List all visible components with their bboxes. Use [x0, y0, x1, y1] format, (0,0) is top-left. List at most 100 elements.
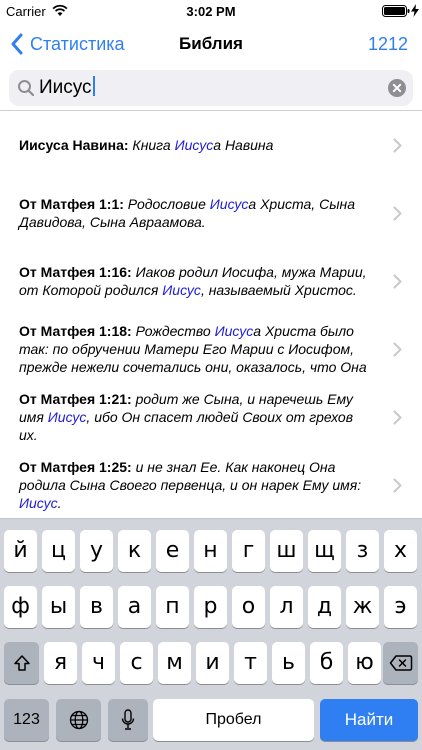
search-submit-button[interactable]: Найти — [320, 699, 418, 741]
key-м[interactable]: м — [158, 642, 191, 684]
numbers-button-label: 123 — [13, 711, 40, 728]
chevron-right-icon — [393, 478, 402, 493]
verse-snippet: так: по обручении Матери Его Марии с Иос… — [19, 341, 354, 357]
result-line: От Матфея 1:21: родит же Сына, и наречеш… — [19, 390, 381, 408]
key-к-label: к — [127, 538, 142, 563]
key-н[interactable]: н — [194, 530, 227, 572]
key-я-label: я — [53, 650, 68, 675]
globe-button[interactable] — [56, 699, 101, 741]
key-о-label: о — [241, 594, 256, 619]
key-з[interactable]: з — [346, 530, 379, 572]
keyboard: й ц у к е н г ш щ з х ф ы в а п р о л д ж э я ч с м и т ь б ю 123 Пробел… — [0, 518, 422, 750]
key-у[interactable]: у — [80, 530, 113, 572]
key-а-label: а — [127, 594, 142, 619]
result-line: от Которой родился Иисус, называемый Хри… — [19, 281, 381, 299]
verse-reference: От Матфея 1:16: — [19, 264, 132, 280]
key-т[interactable]: т — [234, 642, 267, 684]
shift-button[interactable] — [4, 642, 39, 684]
shift-icon — [13, 655, 30, 671]
key-ц[interactable]: ц — [42, 530, 75, 572]
result-count[interactable]: 1212 — [368, 34, 408, 55]
key-и[interactable]: и — [196, 642, 229, 684]
key-ж[interactable]: ж — [346, 586, 379, 628]
result-text: От Матфея 1:21: родит же Сына, и наречеш… — [19, 390, 381, 444]
verse-reference: От Матфея 1:25: — [19, 459, 132, 475]
backspace-button[interactable] — [383, 642, 418, 684]
key-х[interactable]: х — [384, 530, 417, 572]
key-а[interactable]: а — [118, 586, 151, 628]
key-д-label: д — [316, 594, 333, 619]
key-щ-label: щ — [314, 538, 335, 563]
key-ы[interactable]: ы — [42, 586, 75, 628]
key-в[interactable]: в — [80, 586, 113, 628]
verse-reference: Иисуса Навина: — [19, 137, 129, 153]
key-д[interactable]: д — [308, 586, 341, 628]
search-input[interactable]: Иисус — [39, 76, 95, 99]
result-text: От Матфея 1:25: и не знал Ее. Как наконе… — [19, 458, 381, 512]
key-э-label: э — [394, 594, 407, 619]
globe-icon — [69, 710, 88, 730]
result-text: Иисуса Навина: Книга Иисуса Навина — [19, 136, 381, 154]
verse-snippet: а Христа было — [253, 323, 354, 339]
search-field-container[interactable]: Иисус — [9, 70, 413, 106]
key-щ[interactable]: щ — [308, 530, 341, 572]
search-match: Иисус — [19, 495, 58, 511]
page-title: Библия — [179, 34, 243, 53]
key-б[interactable]: б — [310, 642, 343, 684]
result-line: родила Сына Своего первенца, и он нарек … — [19, 476, 381, 494]
verse-snippet: Родословие — [123, 196, 210, 212]
result-line: От Матфея 1:25: и не знал Ее. Как наконе… — [19, 458, 381, 476]
clear-icon[interactable] — [388, 79, 406, 97]
numbers-button[interactable]: 123 — [4, 699, 49, 741]
key-ш[interactable]: ш — [270, 530, 303, 572]
chevron-right-icon — [393, 274, 402, 289]
result-line: так: по обручении Матери Его Марии с Иос… — [19, 340, 381, 358]
key-й[interactable]: й — [4, 530, 37, 572]
result-line: их. — [19, 426, 381, 444]
key-б-label: б — [319, 650, 334, 675]
key-к[interactable]: к — [118, 530, 151, 572]
result-row[interactable]: От Матфея 1:18: Рождество Иисуса Христа … — [0, 315, 422, 383]
verse-snippet: Книга — [128, 137, 175, 153]
key-с[interactable]: с — [120, 642, 153, 684]
key-р[interactable]: р — [194, 586, 227, 628]
chevron-right-icon — [393, 138, 402, 153]
search-match: Иисус — [174, 137, 214, 153]
navigation-bar: Статистика Библия 1212 — [0, 22, 422, 66]
result-line: имя Иисус, ибо Он спасет людей Своих от … — [19, 408, 381, 426]
key-о[interactable]: о — [232, 586, 265, 628]
key-н-label: н — [203, 538, 218, 563]
battery-icon — [382, 5, 410, 17]
key-п[interactable]: п — [156, 586, 189, 628]
verse-snippet: прежде нежели сочетались они, оказалось,… — [19, 359, 367, 375]
result-row[interactable]: От Матфея 1:25: и не знал Ее. Как наконе… — [0, 451, 422, 518]
result-row[interactable]: Иисуса Навина: Книга Иисуса Навина — [0, 111, 422, 179]
search-bar: Иисус — [0, 66, 422, 110]
key-я[interactable]: я — [44, 642, 77, 684]
key-г[interactable]: г — [232, 530, 265, 572]
result-row[interactable]: От Матфея 1:21: родит же Сына, и наречеш… — [0, 383, 422, 451]
backspace-icon — [389, 655, 412, 671]
microphone-icon — [121, 709, 135, 730]
key-ь[interactable]: ь — [272, 642, 305, 684]
chevron-right-icon — [393, 410, 402, 425]
key-е[interactable]: е — [156, 530, 189, 572]
key-л[interactable]: л — [270, 586, 303, 628]
result-row[interactable]: От Матфея 1:16: Иаков родил Иосифа, мужа… — [0, 247, 422, 315]
key-ч[interactable]: ч — [82, 642, 115, 684]
key-э[interactable]: э — [384, 586, 417, 628]
space-bar[interactable]: Пробел — [153, 699, 314, 741]
result-line: От Матфея 1:16: Иаков родил Иосифа, мужа… — [19, 263, 381, 281]
status-bar: Carrier 3:02 PM — [0, 0, 422, 22]
result-row[interactable]: От Матфея 1:1: Родословие Иисуса Христа,… — [0, 179, 422, 247]
key-ф[interactable]: ф — [4, 586, 37, 628]
verse-snippet: а Навина — [213, 137, 274, 153]
key-е-label: е — [165, 538, 180, 563]
key-г-label: г — [242, 538, 255, 563]
dictation-button[interactable] — [108, 699, 148, 741]
key-р-label: р — [203, 594, 218, 619]
result-line: От Матфея 1:18: Рождество Иисуса Христа … — [19, 322, 381, 340]
chevron-right-icon — [393, 206, 402, 221]
key-л-label: л — [279, 594, 294, 619]
key-ю[interactable]: ю — [348, 642, 381, 684]
